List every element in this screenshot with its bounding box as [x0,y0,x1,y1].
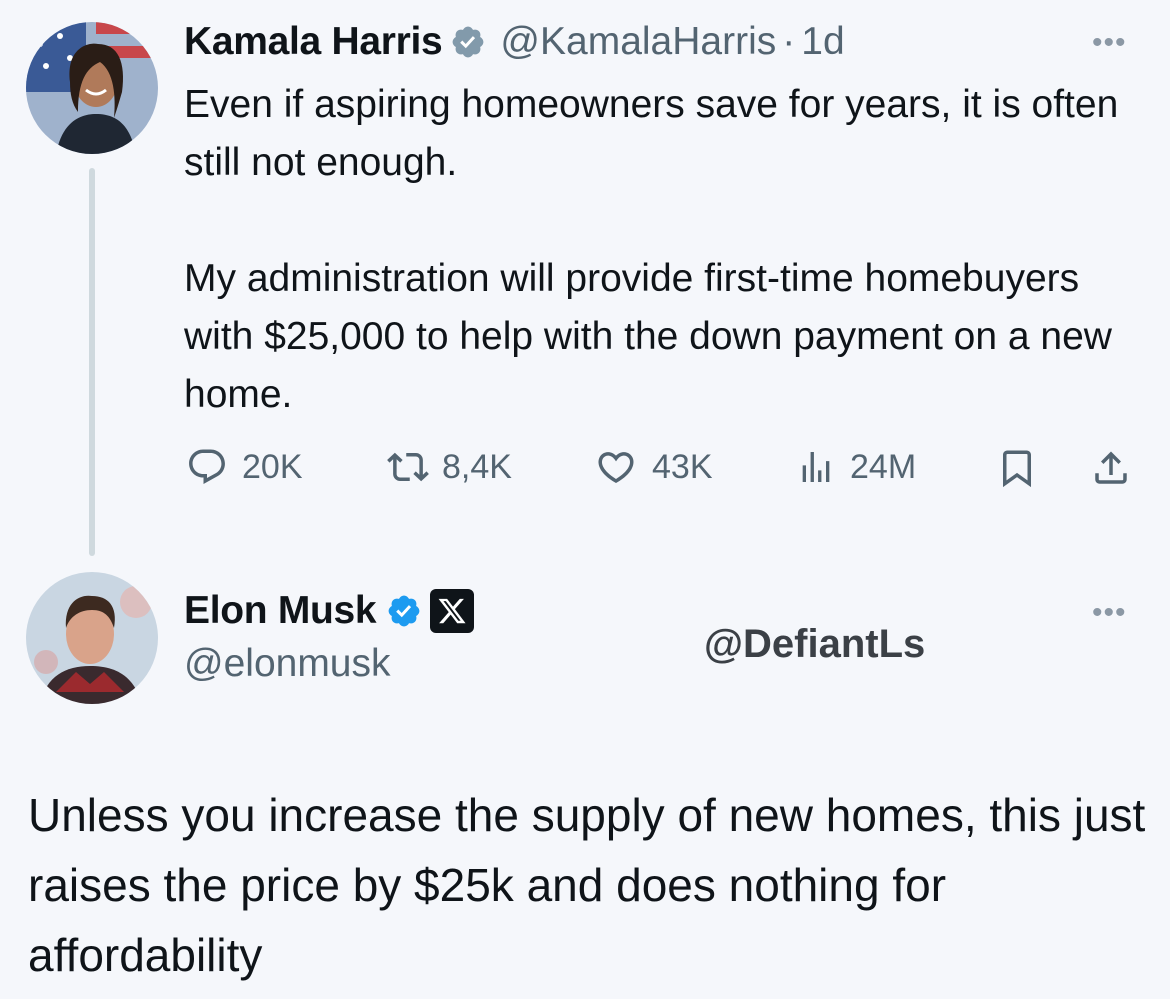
tweet2-header: Elon Musk [184,586,475,636]
verified-badge-icon[interactable] [450,24,486,60]
views-count: 24M [850,447,917,486]
repost-button[interactable]: 8,4K [384,446,512,488]
verified-badge-icon[interactable] [386,593,422,629]
bookmark-button[interactable] [996,446,1038,490]
tweet1-header: Kamala Harris @KamalaHarris · 1d [184,16,845,68]
x-affiliate-badge-icon[interactable] [430,589,475,633]
tweet1-action-bar: 20K 8,4K 43K 24M [184,446,1144,492]
share-icon [1095,451,1127,484]
avatar-image [26,572,158,704]
more-icon[interactable]: ••• [1092,28,1127,58]
bookmark-icon [1003,450,1031,488]
avatar-elon-musk[interactable] [26,572,158,704]
tweet-time[interactable]: 1d [801,20,844,64]
tweet1-text: Even if aspiring homeowners save for yea… [184,83,1119,416]
views-button[interactable]: 24M [796,446,916,488]
like-icon [598,452,634,484]
reply-count: 20K [242,447,303,486]
thread-connector-line [89,168,95,556]
author-name[interactable]: Elon Musk [184,589,377,633]
repost-count: 8,4K [442,447,512,486]
reply-icon [189,449,225,484]
author-name[interactable]: Kamala Harris [184,20,443,64]
avatar-image [26,22,158,154]
watermark-text: @DefiantLs [704,622,926,666]
avatar-kamala-harris[interactable] [26,22,158,154]
views-icon [802,452,830,482]
repost-icon [387,452,429,482]
author-handle[interactable]: @elonmusk [184,642,391,686]
author-handle[interactable]: @KamalaHarris [500,20,776,64]
share-button[interactable] [1090,446,1132,490]
like-count: 43K [652,447,713,486]
more-icon[interactable]: ••• [1092,598,1127,628]
like-button[interactable]: 43K [594,446,713,488]
tweet2-text: Unless you increase the supply of new ho… [28,789,1159,981]
reply-button[interactable]: 20K [186,446,303,488]
x-logo-icon [438,598,466,624]
dot-separator: · [782,20,796,63]
